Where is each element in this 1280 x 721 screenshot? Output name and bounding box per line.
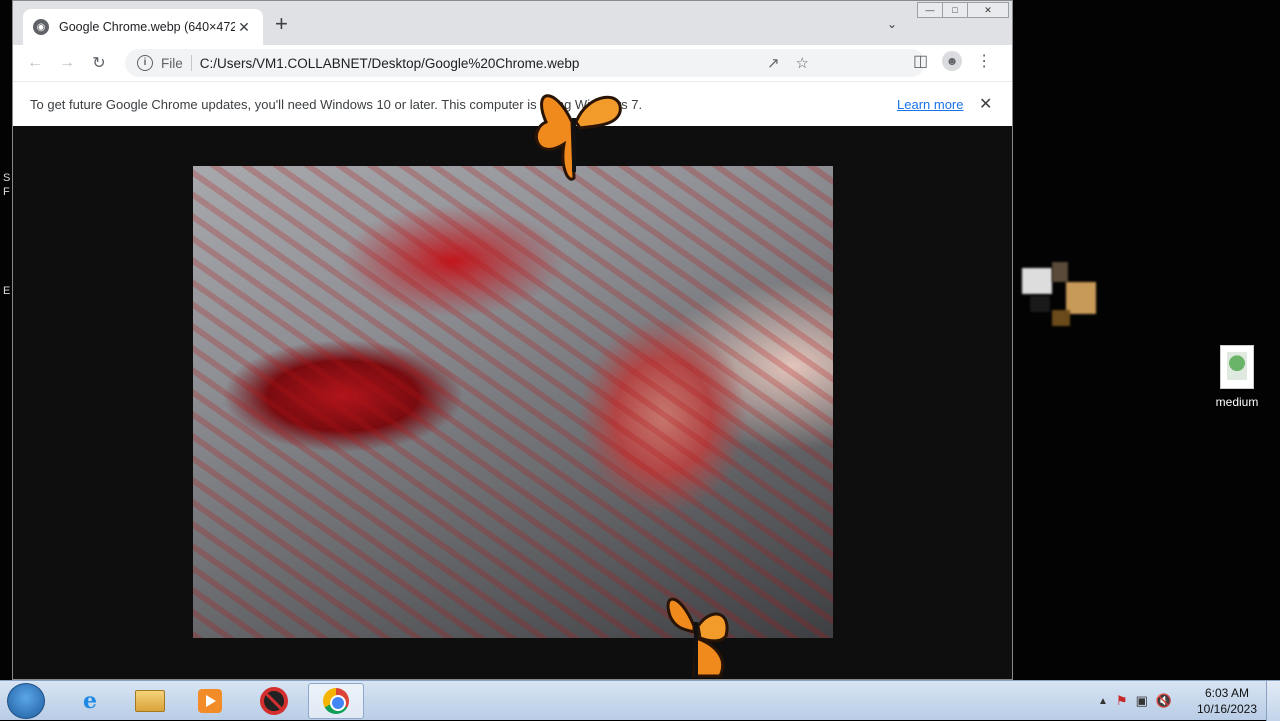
clock[interactable]: 6:03 AM 10/16/2023 [1192, 685, 1262, 717]
action-center-flag-icon[interactable]: ⚑ [1116, 693, 1128, 709]
desktop-icon-medium[interactable]: medium [1206, 345, 1268, 409]
show-hidden-icons[interactable]: ▲ [1098, 696, 1108, 707]
divider [190, 55, 192, 71]
file-explorer-icon[interactable] [122, 683, 178, 719]
chrome-icon[interactable] [308, 683, 364, 719]
new-tab-button[interactable]: + [275, 13, 288, 35]
image-viewer [13, 126, 1012, 679]
close-window-button[interactable]: ✕ [967, 2, 1009, 18]
desktop-icon-label: medium [1215, 395, 1259, 409]
address-url: C:/Users/VM1.COLLABNET/Desktop/Google%20… [199, 55, 580, 71]
media-player-icon[interactable] [182, 683, 238, 719]
menu-kebab-icon[interactable]: ⋮ [976, 51, 992, 71]
omnibox-actions: ↗ ☆ [767, 54, 809, 72]
tab-strip: ◉ Google Chrome.webp (640×472) ✕ + ⌄ — □… [13, 1, 1012, 45]
image-file-icon [1220, 345, 1254, 389]
toolbar-actions: ◫ ☻ ⋮ [913, 51, 992, 71]
toolbar: ← → ↻ i File C:/Users/VM1.COLLABNET/Desk… [13, 45, 1012, 81]
learn-more-link[interactable]: Learn more [897, 97, 963, 112]
butterfly-icon [534, 94, 622, 181]
globe-icon: ◉ [33, 19, 49, 35]
pixelated-blob [1022, 268, 1052, 294]
show-desktop-button[interactable] [1266, 681, 1280, 721]
close-infobar-icon[interactable]: ✕ [979, 94, 992, 114]
pixelated-blob [1052, 310, 1070, 326]
clock-time: 6:03 AM [1204, 686, 1250, 700]
desktop-text-fragment: E [3, 285, 11, 297]
displayed-image [193, 166, 833, 638]
pixelated-blob [1066, 282, 1096, 314]
system-tray: ▲ ⚑ ▣ 🔇 [1098, 681, 1172, 721]
butterfly-icon [666, 597, 729, 678]
network-icon[interactable]: ▣ [1136, 693, 1148, 709]
chrome-logo [323, 688, 349, 714]
volume-muted-icon[interactable]: 🔇 [1156, 693, 1172, 709]
address-bar[interactable]: i File C:/Users/VM1.COLLABNET/Desktop/Go… [125, 49, 925, 77]
side-panel-icon[interactable]: ◫ [913, 51, 928, 71]
clock-date: 10/16/2023 [1196, 702, 1258, 716]
pixelated-blob [1030, 296, 1050, 312]
pixelated-blob [1052, 262, 1068, 282]
forward-arrow-icon[interactable]: → [51, 54, 83, 72]
taskbar: e ▲ ⚑ ▣ 🔇 6:03 AM 10/16/2023 [0, 680, 1280, 721]
minimize-button[interactable]: — [917, 2, 943, 18]
blocked-app-icon[interactable] [246, 683, 302, 719]
profile-avatar-icon[interactable]: ☻ [942, 51, 963, 71]
share-icon[interactable]: ↗ [767, 54, 780, 72]
internet-explorer-icon[interactable]: e [62, 683, 118, 719]
chrome-window: ◉ Google Chrome.webp (640×472) ✕ + ⌄ — □… [12, 0, 1013, 680]
reload-icon[interactable]: ↻ [83, 53, 115, 73]
bookmark-star-icon[interactable]: ☆ [796, 54, 809, 72]
back-arrow-icon[interactable]: ← [19, 54, 51, 72]
desktop-text-fragment: F [3, 186, 10, 198]
tab-title: Google Chrome.webp (640×472) [59, 20, 235, 34]
tab-image[interactable]: ◉ Google Chrome.webp (640×472) ✕ [23, 9, 263, 45]
start-button[interactable] [7, 683, 45, 719]
chevron-down-icon[interactable]: ⌄ [887, 17, 897, 31]
maximize-button[interactable]: □ [942, 2, 968, 18]
update-infobar: To get future Google Chrome updates, you… [13, 81, 1012, 126]
desktop-text-fragment: S [3, 172, 11, 184]
info-icon[interactable]: i [137, 55, 153, 71]
address-scheme: File [161, 55, 183, 71]
close-tab-icon[interactable]: ✕ [235, 19, 253, 36]
